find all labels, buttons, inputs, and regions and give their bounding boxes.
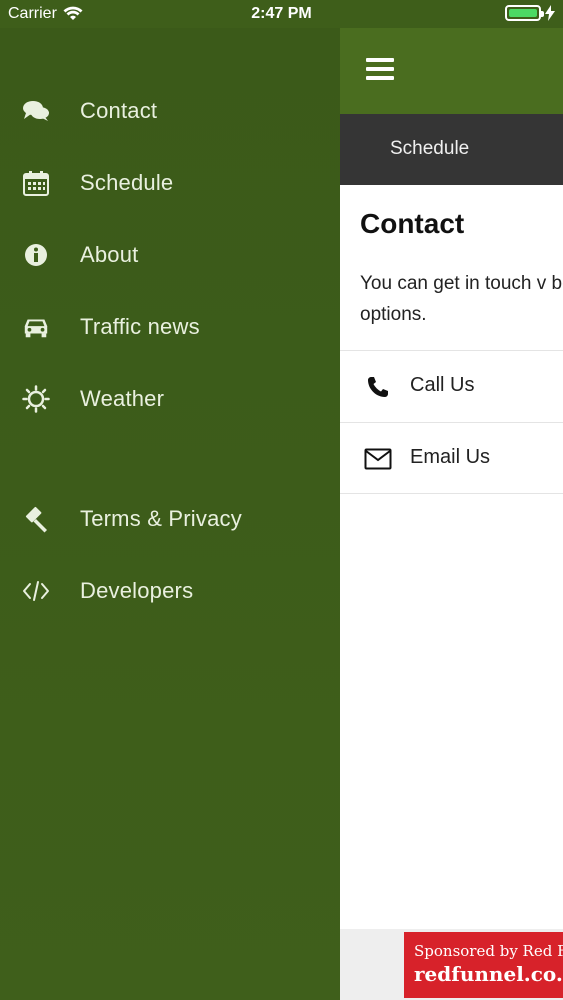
list-divider — [340, 493, 563, 494]
page-title: Contact — [360, 208, 465, 239]
gavel-icon — [22, 505, 50, 533]
drawer-item-terms-privacy[interactable]: Terms & Privacy — [0, 489, 340, 549]
sponsor-banner[interactable]: Sponsored by Red Fu redfunnel.co.u — [404, 932, 563, 998]
tab-schedule[interactable]: Schedule — [390, 138, 469, 160]
email-us-row[interactable]: Email Us — [340, 422, 563, 494]
drawer-item-label: About — [80, 242, 139, 267]
drawer-item-label: Schedule — [80, 170, 174, 195]
phone-icon — [364, 373, 392, 401]
main-panel: Schedule Contact You can get in touch v … — [340, 28, 563, 1000]
drawer-item-label: Terms & Privacy — [80, 506, 242, 531]
envelope-icon — [364, 445, 392, 473]
drawer-item-contact[interactable]: Contact — [0, 81, 340, 141]
status-time: 2:47 PM — [251, 5, 312, 22]
drawer-item-traffic-news[interactable]: Traffic news — [0, 297, 340, 357]
drawer-item-label: Traffic news — [80, 314, 200, 339]
sun-icon — [22, 385, 50, 413]
hamburger-menu-icon[interactable] — [366, 58, 394, 82]
status-bar: Carrier 2:47 PM — [0, 0, 563, 28]
email-us-label: Email Us — [410, 446, 491, 468]
sponsor-url: redfunnel.co.u — [414, 962, 563, 986]
car-icon — [22, 313, 50, 341]
nav-drawer: Contact Schedule About Traffic news Weat… — [0, 28, 340, 1000]
drawer-item-weather[interactable]: Weather — [0, 369, 340, 429]
status-right — [505, 5, 555, 21]
page-description: You can get in touch v below options. — [360, 273, 563, 325]
chat-bubbles-icon — [22, 97, 50, 125]
battery-icon — [505, 5, 544, 21]
call-us-label: Call Us — [410, 374, 475, 396]
drawer-item-developers[interactable]: Developers — [0, 561, 340, 621]
drawer-item-schedule[interactable]: Schedule — [0, 153, 340, 213]
call-us-row[interactable]: Call Us — [340, 350, 563, 422]
drawer-item-label: Weather — [80, 386, 165, 411]
battery-level — [509, 9, 537, 17]
calendar-icon — [22, 169, 50, 197]
sponsor-text: Sponsored by Red Fu — [414, 942, 563, 960]
app-header — [340, 28, 563, 114]
tab-bar: Schedule — [340, 114, 563, 185]
drawer-item-about[interactable]: About — [0, 225, 340, 285]
charging-bolt-icon — [545, 5, 555, 21]
ad-footer: Sponsored by Red Fu redfunnel.co.u — [340, 929, 563, 1000]
drawer-item-label: Contact — [80, 98, 158, 123]
info-icon — [22, 241, 50, 269]
code-icon — [22, 577, 50, 605]
drawer-item-label: Developers — [80, 578, 194, 603]
